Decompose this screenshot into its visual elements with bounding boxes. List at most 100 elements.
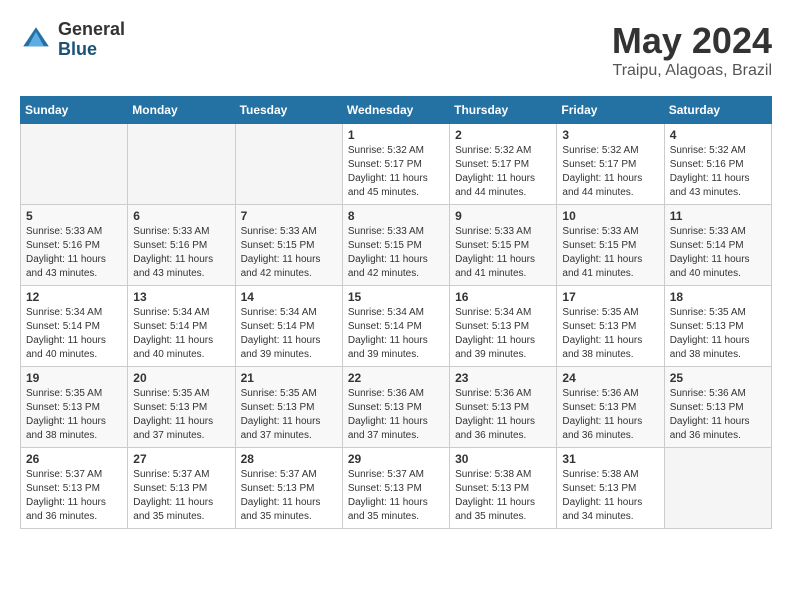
calendar-week-row: 12 Sunrise: 5:34 AM Sunset: 5:14 PM Dayli… <box>21 286 772 367</box>
day-info: Sunrise: 5:32 AM Sunset: 5:16 PM Dayligh… <box>670 144 766 200</box>
day-info: Sunrise: 5:35 AM Sunset: 5:13 PM Dayligh… <box>133 387 229 443</box>
day-number: 20 <box>133 371 229 385</box>
day-number: 24 <box>562 371 658 385</box>
day-number: 31 <box>562 452 658 466</box>
calendar-cell: 26Sunrise: 5:37 AM Sunset: 5:13 PM Dayli… <box>21 448 128 529</box>
calendar-cell: 16Sunrise: 5:34 AM Sunset: 5:13 PM Dayli… <box>450 286 557 367</box>
day-info: Sunrise: 5:34 AM Sunset: 5:14 PM Dayligh… <box>241 306 337 362</box>
calendar-cell: 15 Sunrise: 5:34 AM Sunset: 5:14 PM Dayli… <box>342 286 449 367</box>
day-info: Sunrise: 5:36 AM Sunset: 5:13 PM Dayligh… <box>562 387 658 443</box>
calendar-cell: 24 Sunrise: 5:36 AM Sunset: 5:13 PM Dayli… <box>557 367 664 448</box>
calendar-cell: 12 Sunrise: 5:34 AM Sunset: 5:14 PM Dayli… <box>21 286 128 367</box>
day-of-week-header: Thursday <box>450 97 557 124</box>
calendar-cell: 20 Sunrise: 5:35 AM Sunset: 5:13 PM Dayli… <box>128 367 235 448</box>
calendar-cell: 5 Sunrise: 5:33 AM Sunset: 5:16 PM Daylig… <box>21 205 128 286</box>
calendar-cell: 30Sunrise: 5:38 AM Sunset: 5:13 PM Dayli… <box>450 448 557 529</box>
day-number: 5 <box>26 209 122 223</box>
logo-icon <box>20 24 52 56</box>
calendar-cell: 22Sunrise: 5:36 AM Sunset: 5:13 PM Dayli… <box>342 367 449 448</box>
day-info: Sunrise: 5:33 AM Sunset: 5:15 PM Dayligh… <box>241 225 337 281</box>
calendar-cell: 7 Sunrise: 5:33 AM Sunset: 5:15 PM Daylig… <box>235 205 342 286</box>
day-info: Sunrise: 5:35 AM Sunset: 5:13 PM Dayligh… <box>241 387 337 443</box>
day-info: Sunrise: 5:32 AM Sunset: 5:17 PM Dayligh… <box>562 144 658 200</box>
calendar-cell: 10 Sunrise: 5:33 AM Sunset: 5:15 PM Dayli… <box>557 205 664 286</box>
day-number: 1 <box>348 128 444 142</box>
day-info: Sunrise: 5:36 AM Sunset: 5:13 PM Dayligh… <box>670 387 766 443</box>
day-of-week-header: Monday <box>128 97 235 124</box>
day-number: 11 <box>670 209 766 223</box>
day-number: 19 <box>26 371 122 385</box>
day-number: 29 <box>348 452 444 466</box>
day-info: Sunrise: 5:33 AM Sunset: 5:15 PM Dayligh… <box>562 225 658 281</box>
calendar-cell: 25 Sunrise: 5:36 AM Sunset: 5:13 PM Dayli… <box>664 367 771 448</box>
day-number: 27 <box>133 452 229 466</box>
day-number: 25 <box>670 371 766 385</box>
calendar-week-row: 1 Sunrise: 5:32 AM Sunset: 5:17 PM Daylig… <box>21 124 772 205</box>
calendar-cell: 2 Sunrise: 5:32 AM Sunset: 5:17 PM Daylig… <box>450 124 557 205</box>
day-info: Sunrise: 5:33 AM Sunset: 5:15 PM Dayligh… <box>455 225 551 281</box>
day-info: Sunrise: 5:34 AM Sunset: 5:14 PM Dayligh… <box>348 306 444 362</box>
day-info: Sunrise: 5:33 AM Sunset: 5:16 PM Dayligh… <box>26 225 122 281</box>
calendar-table: SundayMondayTuesdayWednesdayThursdayFrid… <box>20 96 772 529</box>
day-info: Sunrise: 5:37 AM Sunset: 5:13 PM Dayligh… <box>241 468 337 524</box>
day-of-week-header: Sunday <box>21 97 128 124</box>
day-number: 28 <box>241 452 337 466</box>
logo-general-text: General <box>58 20 125 40</box>
calendar-cell: 19 Sunrise: 5:35 AM Sunset: 5:13 PM Dayli… <box>21 367 128 448</box>
day-info: Sunrise: 5:38 AM Sunset: 5:13 PM Dayligh… <box>455 468 551 524</box>
day-info: Sunrise: 5:33 AM Sunset: 5:14 PM Dayligh… <box>670 225 766 281</box>
calendar-cell: 14 Sunrise: 5:34 AM Sunset: 5:14 PM Dayli… <box>235 286 342 367</box>
day-number: 8 <box>348 209 444 223</box>
day-info: Sunrise: 5:35 AM Sunset: 5:13 PM Dayligh… <box>562 306 658 362</box>
day-info: Sunrise: 5:35 AM Sunset: 5:13 PM Dayligh… <box>26 387 122 443</box>
day-of-week-header: Saturday <box>664 97 771 124</box>
calendar-cell: 31Sunrise: 5:38 AM Sunset: 5:13 PM Dayli… <box>557 448 664 529</box>
calendar-week-row: 26 Sunrise: 5:37 AM Sunset: 5:13 PM Dayli… <box>21 448 772 529</box>
calendar-cell: 4Sunrise: 5:32 AM Sunset: 5:16 PM Daylig… <box>664 124 771 205</box>
page-header: General Blue May 2024 Traipu, Alagoas, B… <box>20 20 772 80</box>
day-of-week-header: Wednesday <box>342 97 449 124</box>
day-info: Sunrise: 5:34 AM Sunset: 5:14 PM Dayligh… <box>26 306 122 362</box>
calendar-cell: 8Sunrise: 5:33 AM Sunset: 5:15 PM Daylig… <box>342 205 449 286</box>
day-number: 17 <box>562 290 658 304</box>
day-number: 14 <box>241 290 337 304</box>
day-number: 26 <box>26 452 122 466</box>
day-info: Sunrise: 5:32 AM Sunset: 5:17 PM Dayligh… <box>455 144 551 200</box>
day-number: 15 <box>348 290 444 304</box>
day-number: 22 <box>348 371 444 385</box>
day-of-week-header: Tuesday <box>235 97 342 124</box>
calendar-cell: 27Sunrise: 5:37 AM Sunset: 5:13 PM Dayli… <box>128 448 235 529</box>
day-info: Sunrise: 5:34 AM Sunset: 5:14 PM Dayligh… <box>133 306 229 362</box>
calendar-cell: 28 Sunrise: 5:37 AM Sunset: 5:13 PM Dayli… <box>235 448 342 529</box>
calendar-cell <box>664 448 771 529</box>
calendar-cell <box>128 124 235 205</box>
calendar-cell: 21Sunrise: 5:35 AM Sunset: 5:13 PM Dayli… <box>235 367 342 448</box>
day-number: 23 <box>455 371 551 385</box>
day-number: 2 <box>455 128 551 142</box>
calendar-cell <box>235 124 342 205</box>
day-number: 7 <box>241 209 337 223</box>
day-number: 16 <box>455 290 551 304</box>
calendar-week-row: 5 Sunrise: 5:33 AM Sunset: 5:16 PM Daylig… <box>21 205 772 286</box>
day-number: 12 <box>26 290 122 304</box>
logo: General Blue <box>20 20 125 60</box>
calendar-cell: 23 Sunrise: 5:36 AM Sunset: 5:13 PM Dayli… <box>450 367 557 448</box>
logo-text: General Blue <box>58 20 125 60</box>
logo-blue-text: Blue <box>58 40 125 60</box>
day-number: 10 <box>562 209 658 223</box>
calendar-cell: 3Sunrise: 5:32 AM Sunset: 5:17 PM Daylig… <box>557 124 664 205</box>
day-number: 9 <box>455 209 551 223</box>
calendar-cell: 11 Sunrise: 5:33 AM Sunset: 5:14 PM Dayli… <box>664 205 771 286</box>
calendar-cell: 13 Sunrise: 5:34 AM Sunset: 5:14 PM Dayli… <box>128 286 235 367</box>
calendar-cell: 9 Sunrise: 5:33 AM Sunset: 5:15 PM Daylig… <box>450 205 557 286</box>
calendar-cell: 17 Sunrise: 5:35 AM Sunset: 5:13 PM Dayli… <box>557 286 664 367</box>
calendar-cell: 18Sunrise: 5:35 AM Sunset: 5:13 PM Dayli… <box>664 286 771 367</box>
title-section: May 2024 Traipu, Alagoas, Brazil <box>612 20 772 80</box>
calendar-cell <box>21 124 128 205</box>
day-number: 6 <box>133 209 229 223</box>
day-number: 13 <box>133 290 229 304</box>
calendar-cell: 29Sunrise: 5:37 AM Sunset: 5:13 PM Dayli… <box>342 448 449 529</box>
calendar-title: May 2024 <box>612 20 772 62</box>
day-info: Sunrise: 5:36 AM Sunset: 5:13 PM Dayligh… <box>455 387 551 443</box>
calendar-cell: 6Sunrise: 5:33 AM Sunset: 5:16 PM Daylig… <box>128 205 235 286</box>
